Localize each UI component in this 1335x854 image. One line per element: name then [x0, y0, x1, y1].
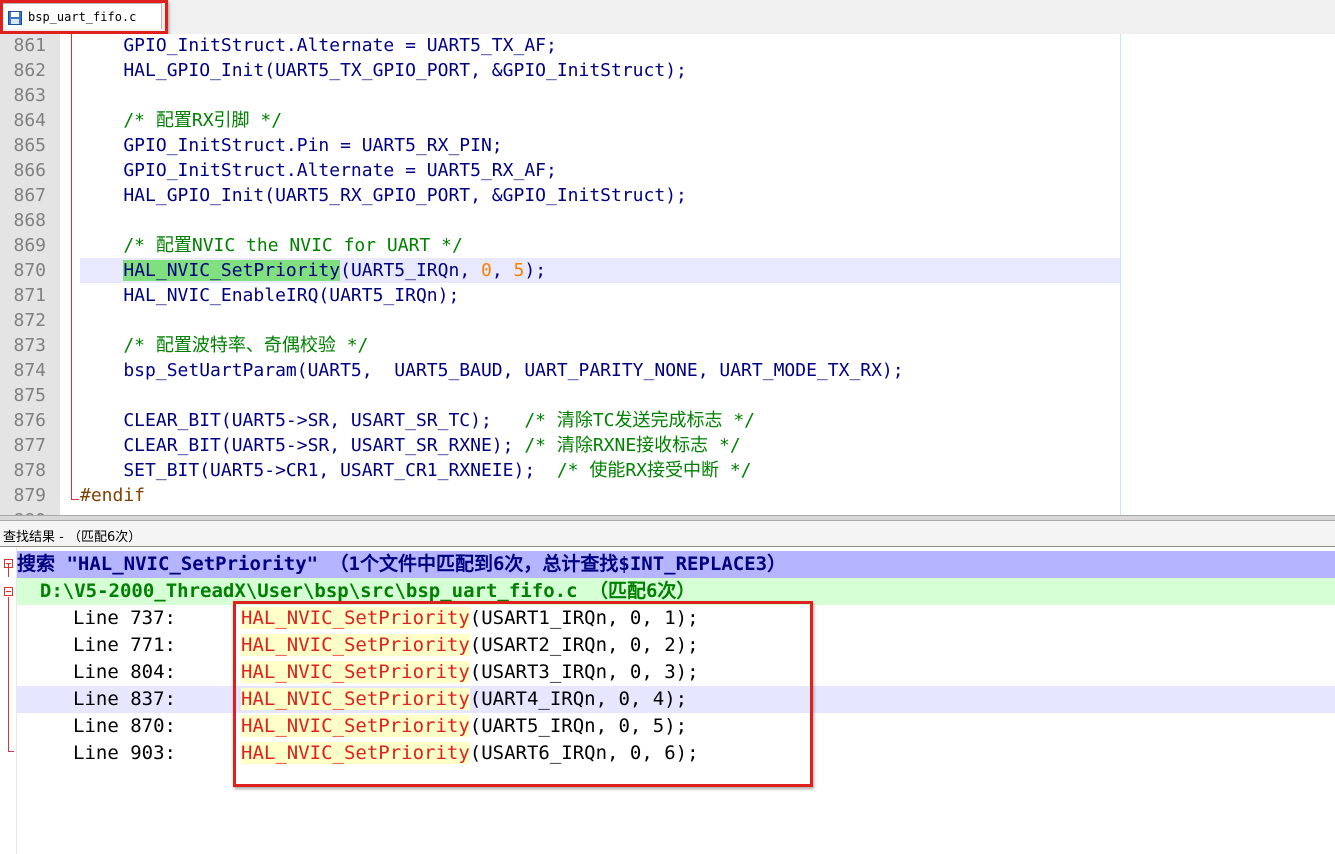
hit-line-number: Line 737: — [73, 607, 176, 629]
tab-bar: bsp_uart_fifo.c — [0, 0, 1335, 35]
code-line[interactable]: 865 GPIO_InitStruct.Pin = UART5_RX_PIN; — [0, 133, 1335, 158]
line-number: 879 — [13, 485, 46, 506]
code-token: #endif — [80, 485, 146, 506]
code-token: (UART5_IRQn, — [340, 260, 481, 281]
code-text: #endif — [80, 483, 145, 508]
code-token: HAL_GPIO_Init(UART5_RX_GPIO_PORT, &GPIO_… — [80, 185, 687, 206]
code-token: ); — [524, 260, 547, 281]
line-number: 878 — [13, 460, 46, 481]
code-token: GPIO_InitStruct.Pin = UART5_RX_PIN; — [80, 135, 503, 156]
line-number: 872 — [13, 310, 46, 331]
code-text: HAL_GPIO_Init(UART5_TX_GPIO_PORT, &GPIO_… — [80, 58, 687, 83]
code-text: SET_BIT(UART5->CR1, USART_CR1_RXNEIE); /… — [80, 458, 752, 483]
code-text: /* 配置RX引脚 */ — [80, 108, 282, 133]
code-line[interactable]: 880 — [0, 508, 1335, 515]
line-number: 875 — [13, 385, 46, 406]
code-token: GPIO_InitStruct.Alternate = UART5_TX_AF; — [80, 35, 557, 56]
code-comment: /* 清除TC发送完成标志 */ — [524, 410, 756, 431]
search-header-row[interactable]: 搜索 "HAL_NVIC_SetPriority" （1个文件中匹配到6次，总计… — [17, 551, 1335, 578]
code-text: CLEAR_BIT(UART5->SR, USART_SR_RXNE); /* … — [80, 433, 741, 458]
code-token: 5 — [513, 260, 525, 281]
fold-guide-end — [8, 751, 14, 752]
code-text: /* 配置波特率、奇偶校验 */ — [80, 333, 368, 358]
hit-line-number: Line 804: — [73, 661, 176, 683]
hit-line-number: Line 771: — [73, 634, 176, 656]
hit-line-number: Line 870: — [73, 715, 176, 737]
code-token: GPIO_InitStruct.Alternate = UART5_RX_AF; — [80, 160, 557, 181]
code-text: bsp_SetUartParam(UART5, UART5_BAUD, UART… — [80, 358, 904, 383]
collapse-file-icon[interactable] — [4, 587, 13, 596]
hit-line-number: Line 903: — [73, 742, 176, 764]
line-number: 861 — [13, 35, 46, 56]
code-text: CLEAR_BIT(UART5->SR, USART_SR_TC); /* 清除… — [80, 408, 755, 433]
tab-annotation-box — [0, 0, 168, 34]
code-line[interactable]: 869 /* 配置NVIC the NVIC for UART */ — [0, 233, 1335, 258]
code-comment: /* 配置波特率、奇偶校验 */ — [80, 335, 369, 356]
hit-line-number: Line 837: — [73, 688, 176, 710]
line-number: 877 — [13, 435, 46, 456]
code-text: HAL_NVIC_SetPriority(UART5_IRQn, 0, 5); — [80, 258, 546, 283]
line-number: 874 — [13, 360, 46, 381]
line-number: 880 — [0, 508, 46, 515]
code-text: HAL_NVIC_EnableIRQ(UART5_IRQn); — [80, 283, 459, 308]
code-token: CLEAR_BIT(UART5->SR, USART_SR_RXNE); — [80, 435, 525, 456]
search-match-highlight: HAL_NVIC_SetPriority — [123, 260, 341, 281]
line-number: 868 — [13, 210, 46, 231]
line-number: 864 — [13, 110, 46, 131]
code-text: GPIO_InitStruct.Alternate = UART5_TX_AF; — [80, 34, 557, 58]
line-number: 865 — [13, 135, 46, 156]
line-number: 871 — [13, 285, 46, 306]
code-text: GPIO_InitStruct.Pin = UART5_RX_PIN; — [80, 133, 503, 158]
code-line[interactable]: 874 bsp_SetUartParam(UART5, UART5_BAUD, … — [0, 358, 1335, 383]
code-comment: /* 配置RX引脚 */ — [80, 110, 283, 131]
code-line[interactable]: 879 #endif — [0, 483, 1335, 508]
code-line[interactable]: 877 CLEAR_BIT(UART5->SR, USART_SR_RXNE);… — [0, 433, 1335, 458]
code-token: HAL_NVIC_EnableIRQ(UART5_IRQn); — [80, 285, 460, 306]
code-line[interactable]: 873 /* 配置波特率、奇偶校验 */ — [0, 333, 1335, 358]
code-comment: /* 清除RXNE接收标志 */ — [524, 435, 741, 456]
find-results-title-bar: 查找结果 - （匹配6次） — [0, 521, 1335, 547]
code-line[interactable]: 878 SET_BIT(UART5->CR1, USART_CR1_RXNEIE… — [0, 458, 1335, 483]
code-line[interactable]: 875 — [0, 383, 1335, 408]
line-number: 862 — [13, 60, 46, 81]
code-text: HAL_GPIO_Init(UART5_RX_GPIO_PORT, &GPIO_… — [80, 183, 687, 208]
line-number: 867 — [13, 185, 46, 206]
line-number: 870 — [13, 260, 46, 281]
code-token: 0 — [481, 260, 492, 281]
code-line[interactable]: 862 HAL_GPIO_Init(UART5_TX_GPIO_PORT, &G… — [0, 58, 1335, 83]
code-line[interactable]: 876 CLEAR_BIT(UART5->SR, USART_SR_TC); /… — [0, 408, 1335, 433]
code-comment: /* 使能RX接受中断 */ — [556, 460, 752, 481]
line-number: 873 — [13, 335, 46, 356]
code-line[interactable]: 867 HAL_GPIO_Init(UART5_RX_GPIO_PORT, &G… — [0, 183, 1335, 208]
code-line[interactable]: 871 HAL_NVIC_EnableIRQ(UART5_IRQn); — [0, 283, 1335, 308]
code-line[interactable]: 872 — [0, 308, 1335, 333]
code-line[interactable]: 863 — [0, 83, 1335, 108]
fold-guide — [8, 563, 9, 577]
code-line[interactable]: 864 /* 配置RX引脚 */ — [0, 108, 1335, 133]
code-token: SET_BIT(UART5->CR1, USART_CR1_RXNEIE); — [80, 460, 557, 481]
code-token: bsp_SetUartParam(UART5, UART5_BAUD, UART… — [80, 360, 904, 381]
code-line[interactable]: 868 — [0, 208, 1335, 233]
code-text: GPIO_InitStruct.Alternate = UART5_RX_AF; — [80, 158, 557, 183]
code-line[interactable]: 866 GPIO_InitStruct.Alternate = UART5_RX… — [0, 158, 1335, 183]
results-annotation-box — [233, 601, 813, 787]
find-results-title: 查找结果 - （匹配6次） — [3, 530, 142, 545]
line-number: 876 — [13, 410, 46, 431]
code-token: , — [491, 260, 514, 281]
code-token: HAL_GPIO_Init(UART5_TX_GPIO_PORT, &GPIO_… — [80, 60, 687, 81]
fold-guide — [8, 597, 9, 752]
code-comment: /* 配置NVIC the NVIC for UART */ — [80, 235, 463, 256]
line-number: 866 — [13, 160, 46, 181]
code-token: CLEAR_BIT(UART5->SR, USART_SR_TC); — [80, 410, 525, 431]
code-text: /* 配置NVIC the NVIC for UART */ — [80, 233, 463, 258]
line-number: 869 — [13, 235, 46, 256]
code-editor[interactable]: 861 GPIO_InitStruct.Alternate = UART5_TX… — [0, 34, 1335, 515]
line-number: 863 — [13, 85, 46, 106]
code-line[interactable]: 861 GPIO_InitStruct.Alternate = UART5_TX… — [0, 34, 1335, 58]
code-line[interactable]: 870 HAL_NVIC_SetPriority(UART5_IRQn, 0, … — [13, 258, 1120, 283]
